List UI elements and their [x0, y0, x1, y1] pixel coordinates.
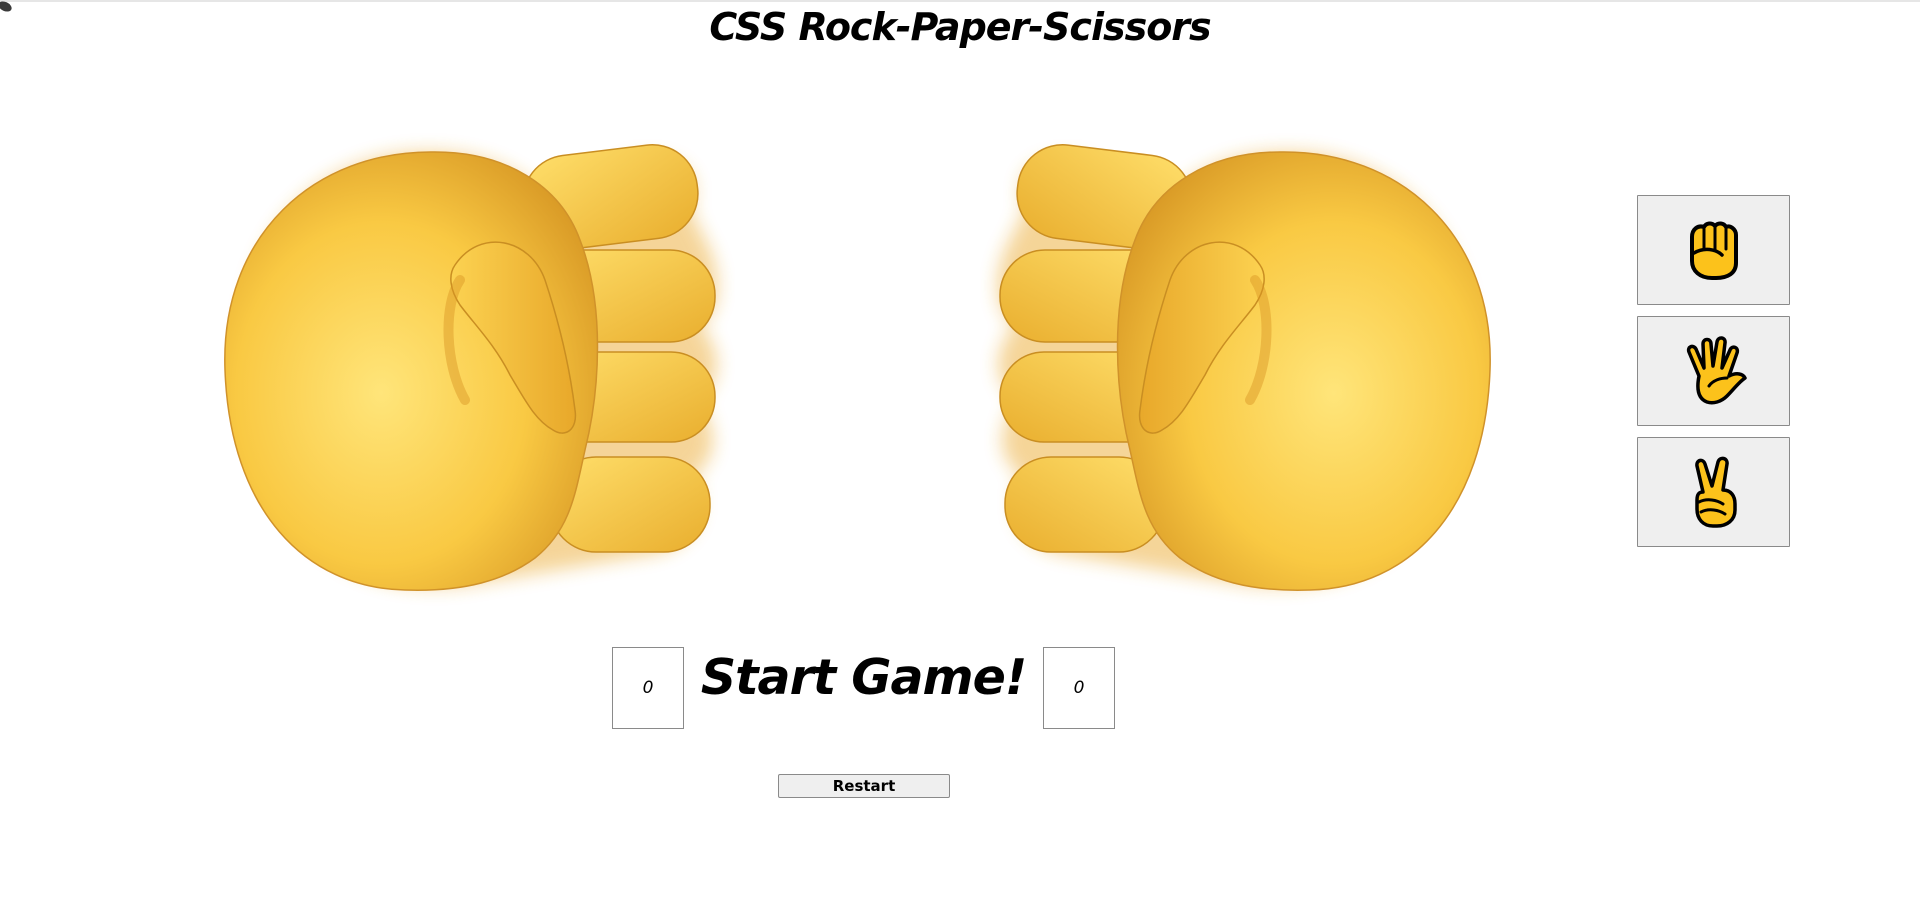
computer-score-box: 0 — [1043, 647, 1115, 729]
player-score-value: 0 — [642, 678, 654, 698]
choice-panel — [1637, 195, 1792, 558]
restart-button[interactable]: Restart — [778, 774, 950, 798]
rock-button[interactable] — [1637, 195, 1790, 305]
computer-score-value: 0 — [1073, 678, 1085, 698]
player-hand-fist-icon — [205, 130, 735, 630]
raised-hand-fingers-splayed-icon — [1679, 336, 1749, 406]
raised-fist-icon — [1686, 219, 1742, 281]
victory-hand-icon — [1689, 456, 1739, 528]
scissors-button[interactable] — [1637, 437, 1790, 547]
page-title: CSS Rock-Paper-Scissors — [709, 5, 1211, 49]
player-score-box: 0 — [612, 647, 684, 729]
game-status: Start Game! — [700, 649, 1027, 706]
computer-hand-fist-icon — [980, 130, 1510, 630]
paper-button[interactable] — [1637, 316, 1790, 426]
